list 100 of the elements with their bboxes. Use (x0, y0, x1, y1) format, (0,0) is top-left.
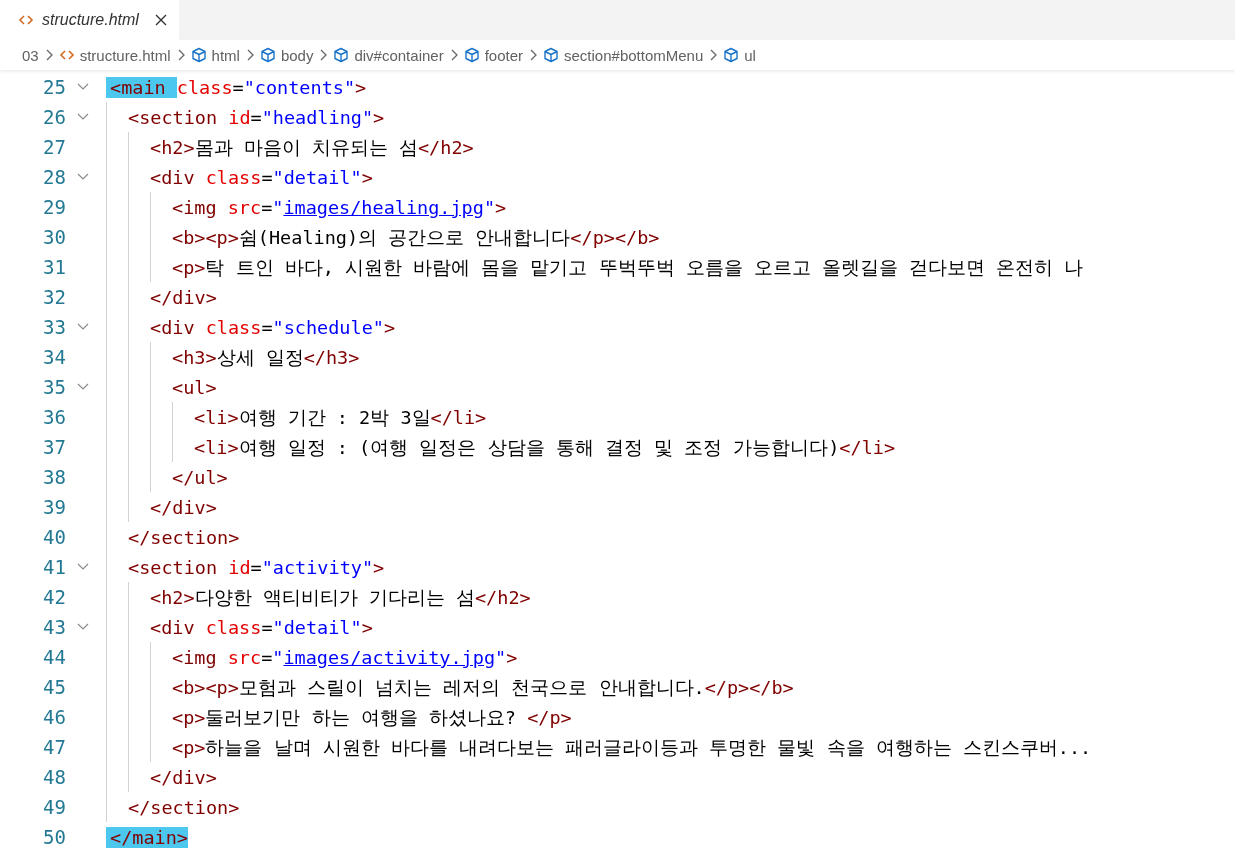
cube-icon (333, 47, 350, 63)
code-text: 몸과 마음이 치유되는 섬 (194, 135, 418, 160)
code-attribute: id (228, 556, 251, 578)
code-attribute: src (227, 646, 262, 668)
code-string: " (483, 196, 496, 218)
line-number: 34 (42, 346, 66, 368)
code-link[interactable]: images/activity.jpg (283, 646, 496, 668)
code-tag: > (383, 316, 396, 338)
code-string: " (495, 646, 507, 668)
chevron-down-icon[interactable] (77, 323, 89, 331)
code-tag: <h2> (150, 136, 195, 158)
code-attribute: class (205, 316, 262, 338)
code-text: = (261, 646, 273, 668)
line-number: 40 (42, 526, 66, 548)
code-tag: > (373, 106, 385, 128)
line-number: 38 (42, 466, 66, 488)
code-tag: </section> (128, 526, 240, 548)
breadcrumb-item[interactable]: ul (723, 46, 756, 64)
editor-tab[interactable]: structure.html (0, 0, 179, 40)
code-text: 여행 일정 : (여행 일정은 상담을 통해 결정 및 조정 가능합니다) (238, 435, 840, 460)
chevron-right-icon (44, 49, 53, 61)
breadcrumb-item[interactable]: 03 (22, 46, 39, 64)
code-tag: <li> (194, 436, 239, 458)
code-tag: </h2> (475, 586, 531, 608)
breadcrumb-item[interactable]: body (259, 46, 314, 64)
code-text: 여행 기간 : 2박 3일 (238, 405, 431, 430)
chevron-down-icon[interactable] (77, 173, 89, 181)
line-number: 25 (42, 76, 66, 98)
code-tag: <ul> (172, 376, 217, 398)
code-tag: </ul> (172, 466, 228, 488)
chevron-right-icon (319, 49, 328, 61)
breadcrumb-item[interactable]: div#container (333, 46, 444, 64)
chevron-down-icon[interactable] (77, 383, 89, 391)
cube-icon (463, 47, 480, 63)
code-tag: </div> (150, 766, 217, 788)
code-tag: <b><p> (172, 676, 239, 698)
line-number: 29 (42, 196, 66, 218)
line-number: 28 (42, 166, 66, 188)
code-tag: <p> (172, 256, 206, 278)
line-number: 42 (42, 586, 66, 608)
code-tag: <img (172, 646, 228, 668)
code-link[interactable]: images/healing.jpg (283, 196, 484, 218)
code-tag: <p> (172, 736, 206, 758)
code-tag: </li> (430, 406, 487, 428)
code-string: "contents" (243, 76, 356, 98)
chevron-down-icon[interactable] (77, 563, 89, 571)
line-number: 43 (42, 616, 66, 638)
chevron-down-icon[interactable] (77, 113, 89, 121)
line-number: 46 (42, 706, 66, 728)
chevron-down-icon[interactable] (77, 83, 89, 91)
code-tag: </p></b> (570, 226, 660, 248)
code-tag: </li> (839, 436, 896, 458)
code-tag: </section> (128, 796, 240, 818)
code-string: "headling" (261, 106, 374, 128)
code-string: " (272, 196, 284, 218)
line-number: 36 (42, 406, 66, 428)
code-attribute: class (205, 616, 262, 638)
code-text: 하늘을 날며 시원한 바다를 내려다보는 패러글라이등과 투명한 물빛 속을 여행하는 스킨스쿠버... (205, 735, 1092, 760)
tab-title: structure.html (42, 11, 139, 29)
code-text: 상세 일정 (216, 345, 304, 370)
code-string: "schedule" (272, 316, 384, 338)
code-text: 탁 트인 바다, 시원한 바람에 몸을 맡기고 뚜벅뚜벅 오름을 오르고 올렛길을 걷다보면 온전히 나 (205, 255, 1084, 280)
chevron-down-icon[interactable] (77, 623, 89, 631)
code-tag: </div> (150, 286, 217, 308)
code-attribute: id (228, 106, 251, 128)
line-number: 33 (42, 316, 66, 338)
breadcrumb-item[interactable]: structure.html (58, 46, 171, 64)
code-tag: > (361, 166, 373, 188)
chevron-right-icon (529, 49, 537, 61)
breadcrumb-item[interactable]: section#bottomMenu (543, 46, 704, 64)
line-number: 50 (42, 826, 66, 848)
line-number: 41 (42, 556, 66, 578)
code-text: = (250, 556, 262, 578)
line-number: 31 (42, 256, 66, 278)
line-number: 49 (42, 796, 66, 818)
code-tag: <div (150, 316, 206, 338)
line-number: 44 (42, 646, 66, 668)
chevron-right-icon (709, 49, 718, 61)
code-text: = (261, 616, 273, 638)
code-tag: <p> (172, 706, 206, 728)
code-tag: <li> (194, 406, 239, 428)
line-number: 32 (42, 286, 66, 308)
breadcrumb-item[interactable]: footer (463, 46, 523, 64)
line-number: 26 (42, 106, 66, 128)
chevron-right-icon (449, 49, 458, 61)
code-tag: <h3> (172, 346, 217, 368)
code-tag: <h2> (150, 586, 195, 608)
line-number: 30 (42, 226, 66, 248)
breadcrumb-item[interactable]: html (190, 46, 240, 64)
code-string: "detail" (272, 616, 362, 638)
cube-icon (723, 47, 740, 63)
line-number: 39 (42, 496, 66, 518)
code-tag: > (355, 76, 367, 98)
line-number: 37 (42, 436, 66, 458)
code-tag: </h3> (303, 346, 360, 368)
code-text: = (250, 106, 262, 128)
code-tag: > (506, 646, 518, 668)
code-text: 다양한 액티비티가 기다리는 섬 (194, 585, 475, 610)
code-text: 모험과 스릴이 넘치는 레저의 천국으로 안내합니다. (238, 675, 705, 700)
code-tag: <section (128, 556, 229, 578)
